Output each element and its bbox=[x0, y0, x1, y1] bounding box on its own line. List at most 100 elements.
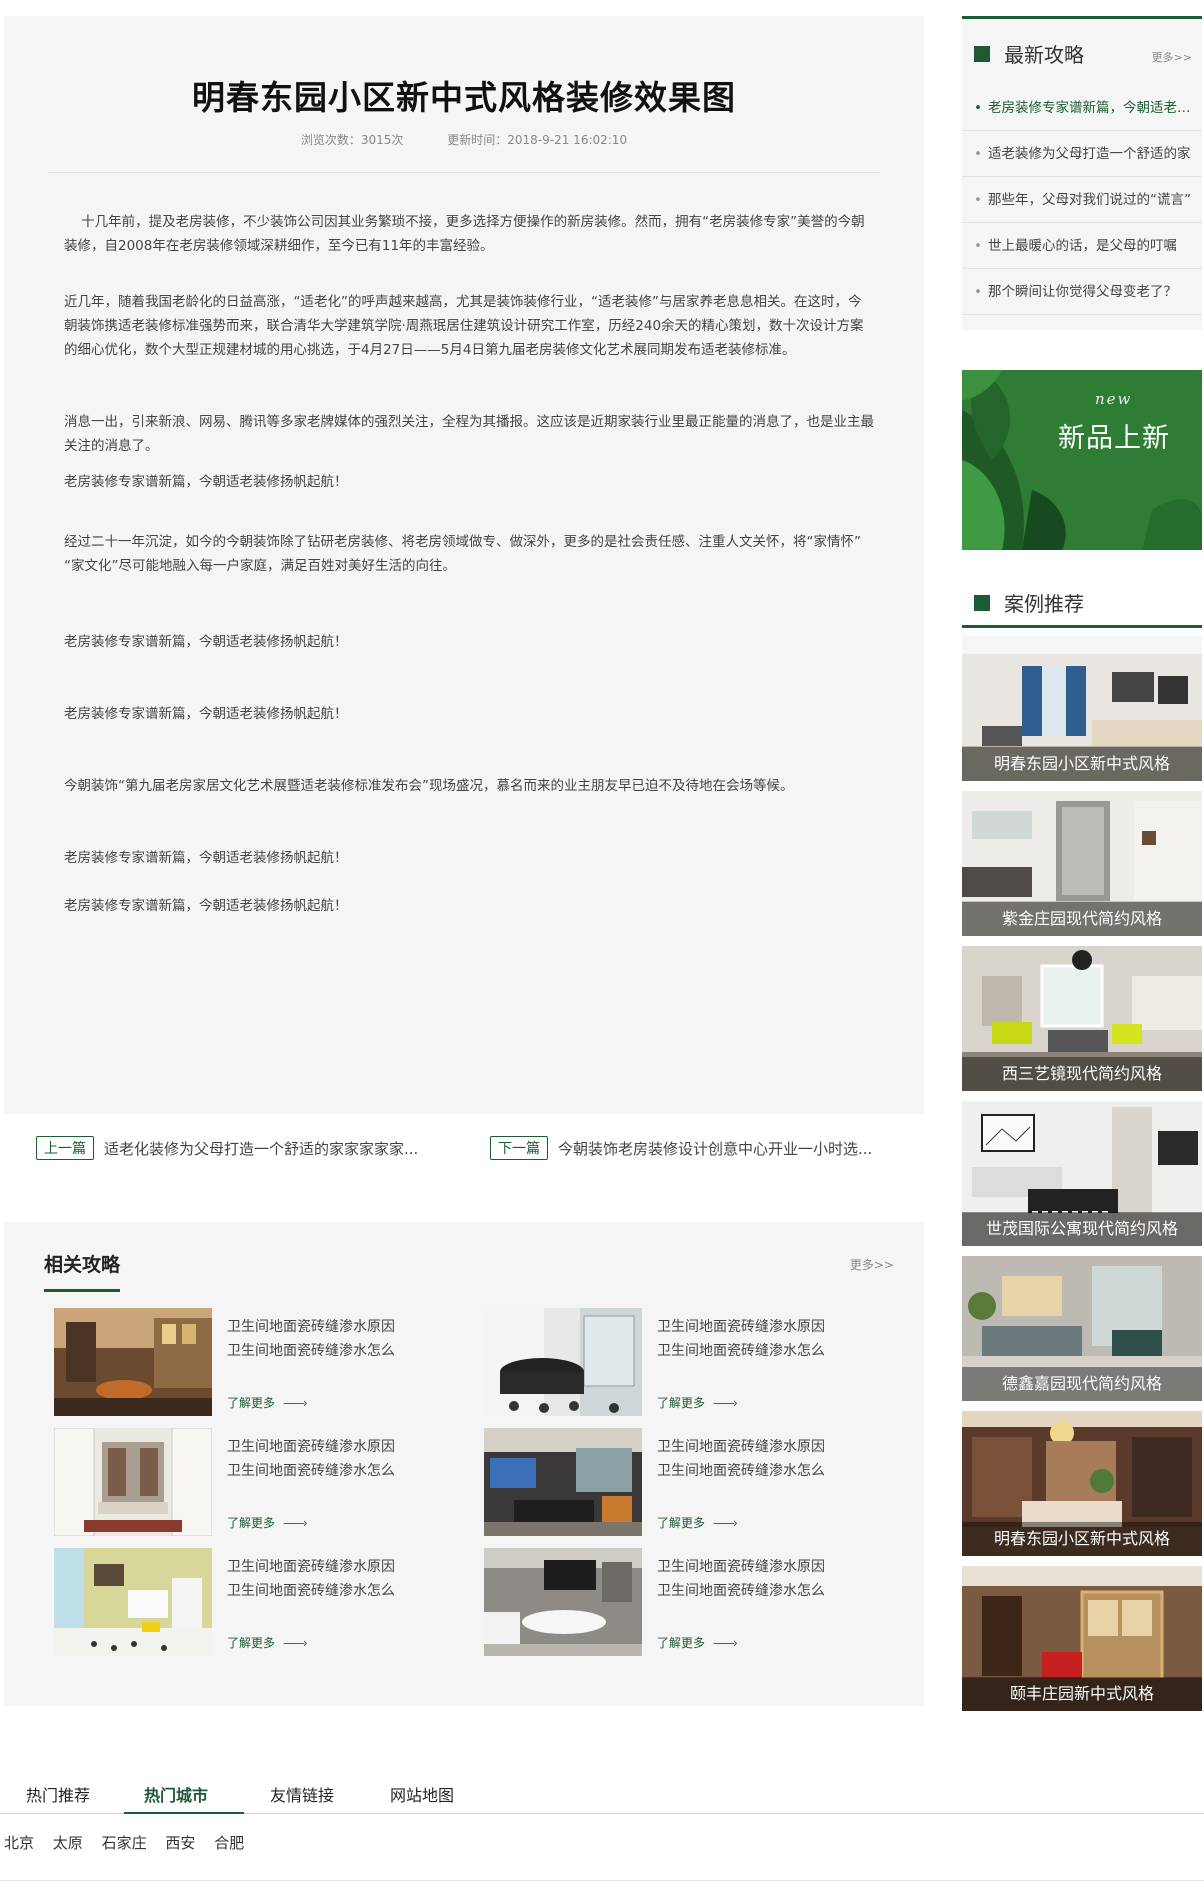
footer-tabs: 热门推荐 热门城市 友情链接 网站地图 bbox=[0, 1778, 1204, 1814]
news-item[interactable]: • 老房装修专家谱新篇，今朝适老装修扬帆起航！ bbox=[962, 85, 1202, 131]
arrow-right-icon: ——› bbox=[713, 1396, 738, 1410]
case-caption: 世茂国际公寓现代简约风格 bbox=[962, 1212, 1202, 1246]
related-line-1[interactable]: 卫生间地面瓷砖缝渗水原因 bbox=[657, 1316, 825, 1336]
case-card[interactable]: 紫金庄园现代简约风格 bbox=[962, 791, 1202, 936]
next-tag: 下一篇 bbox=[490, 1136, 548, 1160]
case-card[interactable]: 德鑫嘉园现代简约风格 bbox=[962, 1256, 1202, 1401]
related-item[interactable]: 卫生间地面瓷砖缝渗水原因 卫生间地面瓷砖缝渗水怎么 了解更多 ——› bbox=[54, 1428, 454, 1536]
related-item[interactable]: 卫生间地面瓷砖缝渗水原因 卫生间地面瓷砖缝渗水怎么 了解更多 ——› bbox=[484, 1428, 884, 1536]
case-caption: 明春东园小区新中式风格 bbox=[962, 1522, 1202, 1556]
article-paragraph: 老房装修专家谱新篇，今朝适老装修扬帆起航！ bbox=[64, 850, 348, 866]
related-line-2[interactable]: 卫生间地面瓷砖缝渗水怎么 bbox=[227, 1580, 395, 1600]
case-card[interactable]: 明春东园小区新中式风格 bbox=[962, 1411, 1202, 1556]
related-line-2[interactable]: 卫生间地面瓷砖缝渗水怎么 bbox=[227, 1460, 395, 1480]
city-link[interactable]: 北京 bbox=[4, 1834, 34, 1852]
banner-text: 新品上新 bbox=[1058, 423, 1170, 454]
article-paragraph: 今朝装饰“第九届老房家居文化艺术展暨适老装修标准发布会”现场盛况，慕名而来的业主… bbox=[64, 778, 794, 794]
case-recommend-header: 案例推荐 bbox=[962, 586, 1202, 628]
learn-more-link[interactable]: 了解更多 ——› bbox=[657, 1394, 738, 1411]
case-card[interactable]: 明春东园小区新中式风格 bbox=[962, 636, 1202, 781]
related-thumbnail[interactable] bbox=[54, 1308, 212, 1416]
related-item[interactable]: 卫生间地面瓷砖缝渗水原因 卫生间地面瓷砖缝渗水怎么 了解更多 ——› bbox=[484, 1548, 884, 1656]
city-link[interactable]: 太原 bbox=[53, 1834, 83, 1852]
related-item[interactable]: 卫生间地面瓷砖缝渗水原因 卫生间地面瓷砖缝渗水怎么 了解更多 ——› bbox=[54, 1308, 454, 1416]
latest-guides-panel: 最新攻略 更多>> • 老房装修专家谱新篇，今朝适老装修扬帆起航！ • 适老装修为父… bbox=[962, 16, 1202, 330]
square-bullet-icon bbox=[974, 594, 990, 611]
city-link[interactable]: 西安 bbox=[165, 1834, 195, 1852]
bullet-dot-icon: • bbox=[974, 238, 982, 254]
tab-hot-recommend[interactable]: 热门推荐 bbox=[26, 1782, 90, 1814]
related-line-1[interactable]: 卫生间地面瓷砖缝渗水原因 bbox=[227, 1556, 395, 1576]
related-thumbnail[interactable] bbox=[54, 1428, 212, 1536]
learn-more-label: 了解更多 bbox=[657, 1636, 706, 1650]
city-link[interactable]: 合肥 bbox=[214, 1834, 244, 1852]
arrow-right-icon: ——› bbox=[713, 1516, 738, 1530]
next-article[interactable]: 下一篇 今朝装饰老房装修设计创意中心开业一小时选... bbox=[490, 1136, 872, 1160]
case-caption: 西三艺镜现代简约风格 bbox=[962, 1057, 1202, 1091]
case-caption: 紫金庄园现代简约风格 bbox=[962, 902, 1202, 936]
arrow-right-icon: ——› bbox=[283, 1636, 308, 1650]
latest-guides-header: 最新攻略 bbox=[974, 39, 1084, 68]
related-line-2[interactable]: 卫生间地面瓷砖缝渗水怎么 bbox=[657, 1580, 825, 1600]
article-paragraph: 老房装修专家谱新篇，今朝适老装修扬帆起航！ bbox=[64, 634, 348, 650]
arrow-right-icon: ——› bbox=[283, 1396, 308, 1410]
bullet-dot-icon: • bbox=[974, 100, 982, 116]
learn-more-link[interactable]: 了解更多 ——› bbox=[657, 1514, 738, 1531]
latest-guides-more-link[interactable]: 更多>> bbox=[1152, 49, 1192, 65]
related-thumbnail[interactable] bbox=[484, 1548, 642, 1656]
article-title: 明春东园小区新中式风格装修效果图 bbox=[192, 78, 736, 117]
news-item[interactable]: • 那些年，父母对我们说过的“谎言” bbox=[962, 177, 1202, 223]
tab-friend-links[interactable]: 友情链接 bbox=[270, 1782, 334, 1814]
article-divider bbox=[48, 172, 880, 173]
news-title: 那个瞬间让你觉得父母变老了？ bbox=[987, 284, 1177, 300]
new-products-banner[interactable]: new 新品上新 bbox=[962, 370, 1202, 550]
related-thumbnail[interactable] bbox=[484, 1428, 642, 1536]
prev-article[interactable]: 上一篇 适老化装修为父母打造一个舒适的家家家家家... bbox=[36, 1136, 418, 1160]
related-item[interactable]: 卫生间地面瓷砖缝渗水原因 卫生间地面瓷砖缝渗水怎么 了解更多 ——› bbox=[54, 1548, 454, 1656]
news-item[interactable]: • 适老装修为父母打造一个舒适的家 bbox=[962, 131, 1202, 177]
related-line-2[interactable]: 卫生间地面瓷砖缝渗水怎么 bbox=[657, 1460, 825, 1480]
news-item[interactable]: • 那个瞬间让你觉得父母变老了？ bbox=[962, 269, 1202, 315]
related-guides-panel: 相关攻略 更多>> 卫生间地面瓷砖缝渗水原因 卫生间地面瓷砖缝渗水怎么 了解更多… bbox=[4, 1222, 924, 1706]
case-card[interactable]: 西三艺镜现代简约风格 bbox=[962, 946, 1202, 1091]
city-link[interactable]: 石家庄 bbox=[102, 1834, 147, 1852]
news-item[interactable]: • 世上最暖心的话，是父母的叮嘱 bbox=[962, 223, 1202, 269]
related-more-link[interactable]: 更多>> bbox=[850, 1256, 894, 1273]
related-line-1[interactable]: 卫生间地面瓷砖缝渗水原因 bbox=[227, 1436, 395, 1456]
news-title: 世上最暖心的话，是父母的叮嘱 bbox=[987, 238, 1177, 254]
arrow-right-icon: ——› bbox=[713, 1636, 738, 1650]
learn-more-label: 了解更多 bbox=[227, 1396, 276, 1410]
case-caption: 颐丰庄园新中式风格 bbox=[962, 1677, 1202, 1711]
learn-more-link[interactable]: 了解更多 ——› bbox=[227, 1634, 308, 1651]
case-card[interactable]: 世茂国际公寓现代简约风格 bbox=[962, 1101, 1202, 1246]
case-card[interactable]: 颐丰庄园新中式风格 bbox=[962, 1566, 1202, 1711]
tab-site-map[interactable]: 网站地图 bbox=[390, 1782, 454, 1814]
related-item[interactable]: 卫生间地面瓷砖缝渗水原因 卫生间地面瓷砖缝渗水怎么 了解更多 ——› bbox=[484, 1308, 884, 1416]
arrow-right-icon: ——› bbox=[283, 1516, 308, 1530]
article-paragraph: 消息一出，引来新浪、网易、腾讯等多家老牌媒体的强烈关注，全程为其播报。这应该是近… bbox=[64, 414, 874, 454]
related-line-1[interactable]: 卫生间地面瓷砖缝渗水原因 bbox=[657, 1436, 825, 1456]
related-line-2[interactable]: 卫生间地面瓷砖缝渗水怎么 bbox=[657, 1340, 825, 1360]
case-list: 明春东园小区新中式风格 紫金庄园现代简约风格 西三艺镜现代简约风格 世茂国际公寓… bbox=[962, 636, 1202, 1721]
related-line-2[interactable]: 卫生间地面瓷砖缝渗水怎么 bbox=[227, 1340, 395, 1360]
related-line-1[interactable]: 卫生间地面瓷砖缝渗水原因 bbox=[657, 1556, 825, 1576]
case-recommend-title: 案例推荐 bbox=[1004, 592, 1084, 616]
related-thumbnail[interactable] bbox=[54, 1548, 212, 1656]
leaf-decoration-icon bbox=[962, 370, 1202, 550]
article-panel: 明春东园小区新中式风格装修效果图 浏览次数：3015次 更新时间：2018-9-… bbox=[4, 16, 924, 1114]
related-thumbnail[interactable] bbox=[484, 1308, 642, 1416]
square-bullet-icon bbox=[974, 45, 990, 62]
learn-more-label: 了解更多 bbox=[227, 1516, 276, 1530]
latest-guides-title: 最新攻略 bbox=[1004, 43, 1084, 67]
case-caption: 德鑫嘉园现代简约风格 bbox=[962, 1367, 1202, 1401]
bullet-dot-icon: • bbox=[974, 192, 982, 208]
learn-more-link[interactable]: 了解更多 ——› bbox=[227, 1514, 308, 1531]
news-title: 老房装修专家谱新篇，今朝适老装修扬帆起航！ bbox=[987, 100, 1202, 116]
learn-more-link[interactable]: 了解更多 ——› bbox=[657, 1634, 738, 1651]
next-article-link[interactable]: 今朝装饰老房装修设计创意中心开业一小时选... bbox=[558, 1138, 872, 1159]
learn-more-link[interactable]: 了解更多 ——› bbox=[227, 1394, 308, 1411]
related-line-1[interactable]: 卫生间地面瓷砖缝渗水原因 bbox=[227, 1316, 395, 1336]
tab-hot-cities[interactable]: 热门城市 bbox=[124, 1782, 244, 1814]
bullet-dot-icon: • bbox=[974, 146, 982, 162]
prev-article-link[interactable]: 适老化装修为父母打造一个舒适的家家家家家... bbox=[104, 1138, 418, 1159]
